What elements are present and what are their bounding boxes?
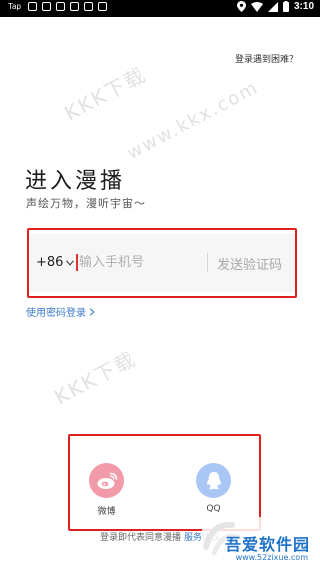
password-login-link[interactable]: 使用密码登录 xyxy=(26,304,95,319)
notification-icon xyxy=(41,2,51,11)
notification-icon xyxy=(27,2,37,11)
site-watermark-url: www.52zixue.com xyxy=(235,553,308,562)
wifi-icon xyxy=(250,1,263,12)
watermark-text: KKK下载 xyxy=(50,346,141,410)
login-help-link[interactable]: 登录遇到困难？ xyxy=(235,52,298,65)
page-subtitle: 声绘万物，漫听宇宙～ xyxy=(26,197,146,210)
notification-icon xyxy=(55,2,65,11)
watermark-text: www.kkx.com xyxy=(123,76,263,165)
status-bar-left: Tap xyxy=(8,2,107,11)
status-bar: Tap 3:10 xyxy=(0,0,320,17)
chevron-right-icon xyxy=(89,308,95,316)
status-app-name: Tap xyxy=(8,2,21,11)
battery-icon xyxy=(282,1,289,12)
password-login-label: 使用密码登录 xyxy=(26,308,86,319)
notification-icon xyxy=(97,2,107,11)
location-icon xyxy=(236,1,246,12)
agreement-prefix: 登录即代表同意漫播 xyxy=(100,533,182,543)
watermark-text: KKK下载 xyxy=(60,62,151,126)
signal-icon xyxy=(267,1,278,12)
status-bar-right: 3:10 xyxy=(236,1,314,12)
notification-icon xyxy=(83,2,93,11)
site-watermark-logo: 吾爱软件园 www.52zixue.com xyxy=(202,517,314,565)
site-watermark-name: 吾爱软件园 xyxy=(224,535,310,554)
page-title: 进入漫播 xyxy=(25,169,126,194)
highlight-box xyxy=(27,228,297,298)
notification-icon xyxy=(69,2,79,11)
status-time: 3:10 xyxy=(293,1,314,12)
